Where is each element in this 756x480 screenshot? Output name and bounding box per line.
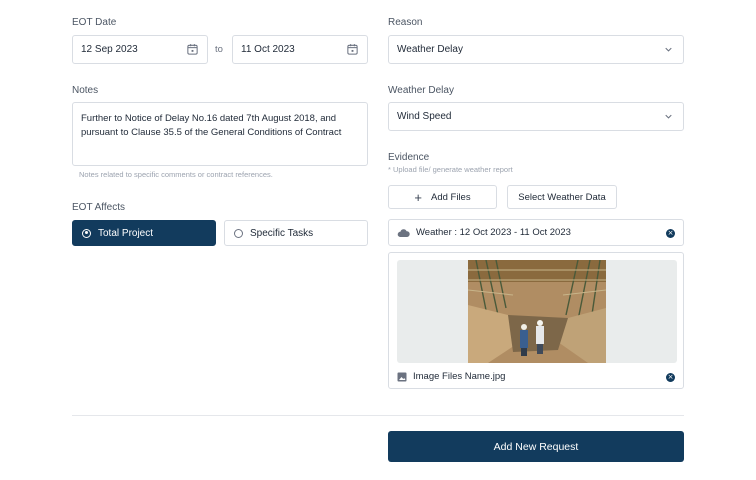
weather-attachment-chip: Weather : 12 Oct 2023 - 11 Oct 2023 × <box>388 219 684 246</box>
add-files-button[interactable]: + Add Files <box>388 185 497 209</box>
radio-unselected-icon <box>234 228 243 238</box>
reason-select[interactable]: Weather Delay <box>388 35 684 64</box>
notes-line-1: Further to Notice of Delay No.16 dated 7… <box>81 113 337 124</box>
notes-textarea[interactable]: Further to Notice of Delay No.16 dated 7… <box>72 102 368 166</box>
select-weather-data-label: Select Weather Data <box>518 191 606 203</box>
chevron-down-icon <box>665 114 672 119</box>
image-preview <box>397 260 677 363</box>
divider <box>72 415 684 416</box>
radio-selected-icon <box>82 228 91 238</box>
remove-image-close-icon[interactable]: × <box>666 373 675 382</box>
chevron-down-icon <box>665 47 672 52</box>
radio-specific-tasks-label: Specific Tasks <box>250 227 314 239</box>
calendar-icon[interactable] <box>346 43 359 56</box>
calendar-icon[interactable] <box>186 43 199 56</box>
evidence-hint: * Upload file/ generate weather report <box>388 165 513 174</box>
evidence-label: Evidence <box>388 152 430 163</box>
notes-line-2: pursuant to Clause 35.5 of the General C… <box>81 127 342 138</box>
radio-total-project[interactable]: Total Project <box>72 220 216 246</box>
date-range-separator: to <box>215 44 223 55</box>
remove-weather-close-icon[interactable]: × <box>666 229 675 238</box>
eot-start-date-field[interactable]: 12 Sep 2023 <box>72 35 208 64</box>
notes-hint: Notes related to specific comments or co… <box>79 170 273 179</box>
add-files-label: Add Files <box>430 191 471 203</box>
weather-delay-label: Weather Delay <box>388 85 454 96</box>
eot-end-date-field[interactable]: 11 Oct 2023 <box>232 35 368 64</box>
eot-end-date-value: 11 Oct 2023 <box>241 44 295 55</box>
weather-delay-select[interactable]: Wind Speed <box>388 102 684 131</box>
add-new-request-button[interactable]: Add New Request <box>388 431 684 462</box>
weather-delay-value: Wind Speed <box>397 111 452 122</box>
image-file-row: Image Files Name.jpg <box>397 371 505 382</box>
radio-total-project-label: Total Project <box>98 227 154 239</box>
image-file-name: Image Files Name.jpg <box>413 371 506 382</box>
select-weather-data-button[interactable]: Select Weather Data <box>507 185 617 209</box>
eot-date-label: EOT Date <box>72 17 117 28</box>
plus-icon: + <box>414 189 422 205</box>
reason-value: Weather Delay <box>397 44 463 55</box>
eot-affects-label: EOT Affects <box>72 202 125 213</box>
eot-start-date-value: 12 Sep 2023 <box>81 44 138 55</box>
weather-attachment-label: Weather : 12 Oct 2023 - 11 Oct 2023 <box>416 227 571 238</box>
image-attachment-card: Image Files Name.jpg × <box>388 252 684 389</box>
radio-specific-tasks[interactable]: Specific Tasks <box>224 220 368 246</box>
cloud-icon <box>397 228 410 237</box>
construction-site-photo <box>468 260 606 363</box>
notes-label: Notes <box>72 85 99 96</box>
reason-label: Reason <box>388 17 423 28</box>
image-icon <box>397 372 407 381</box>
